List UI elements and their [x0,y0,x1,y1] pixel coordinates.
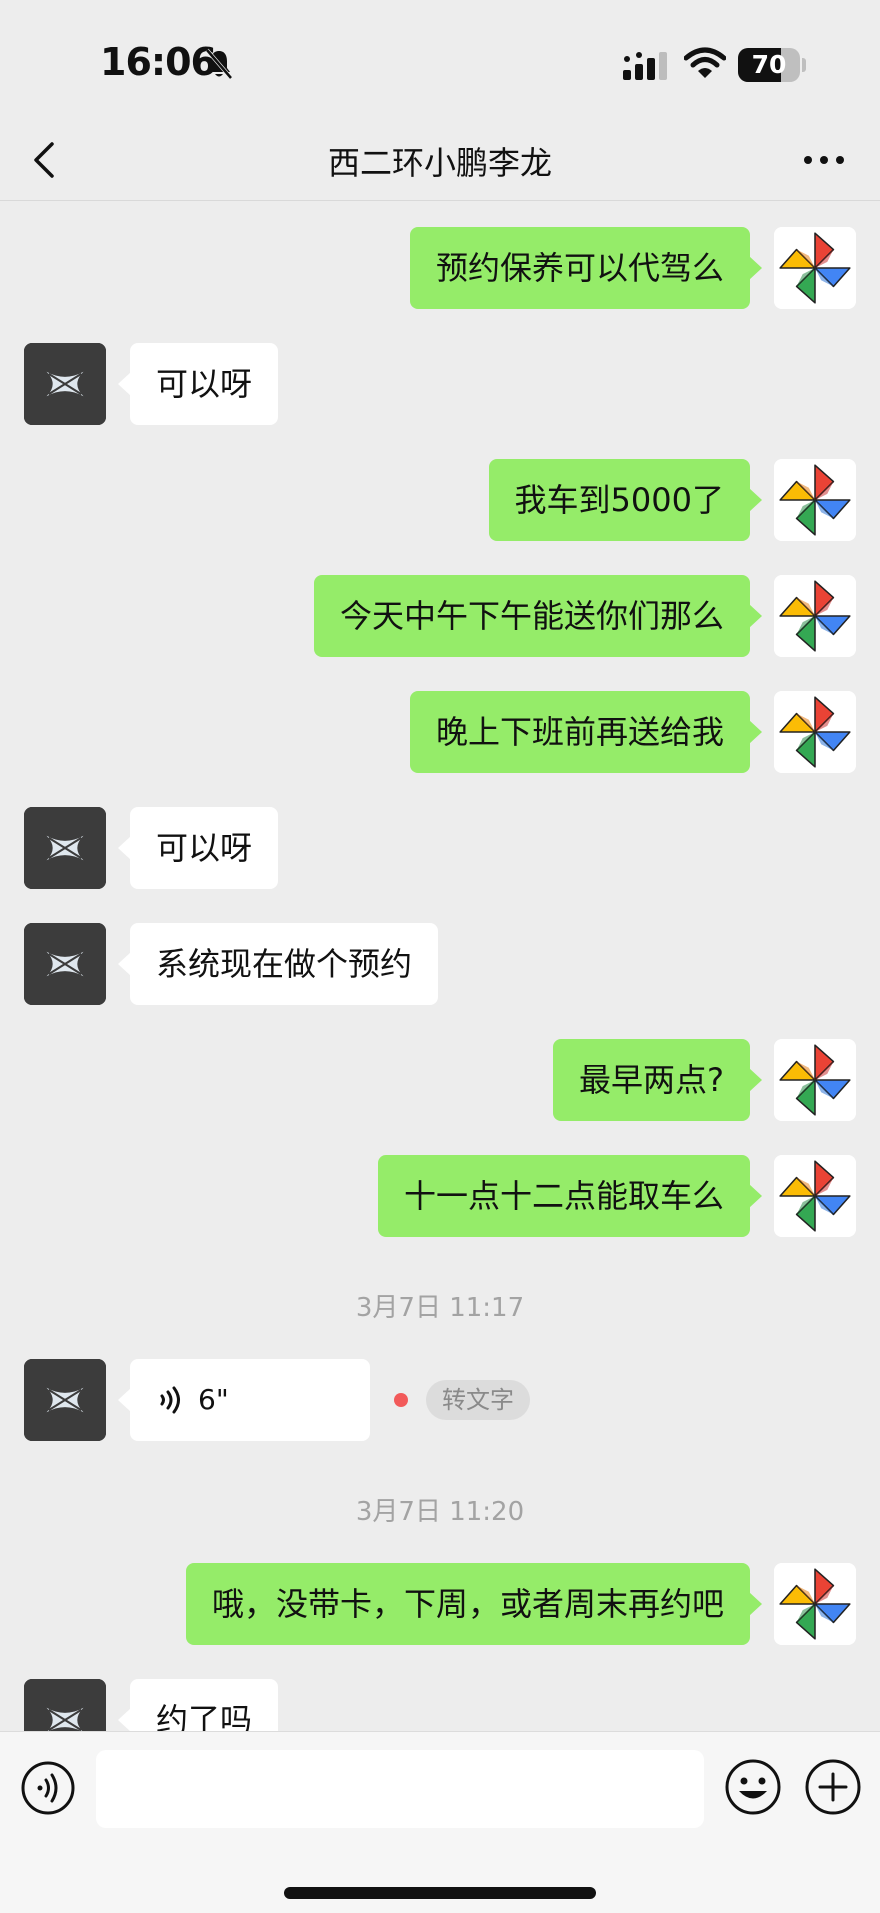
own-avatar-pinwheel-icon[interactable] [774,459,856,541]
message-row-received: 系统现在做个预约 [0,923,880,1005]
input-bar [0,1731,880,1913]
unread-voice-dot [394,1393,408,1407]
battery-percent: 70 [751,50,787,79]
home-indicator [284,1887,596,1899]
message-bubble-received[interactable]: 可以呀 [117,807,279,889]
emoji-icon[interactable] [724,1758,782,1816]
battery-cap [802,58,806,72]
message-bubble-received[interactable]: 约了吗 [117,1679,279,1731]
message-bubble-sent[interactable]: 晚上下班前再送给我 [409,691,763,773]
message-bubble-received[interactable]: 可以呀 [117,343,279,425]
contact-avatar-xpeng-logo-icon[interactable] [24,1679,106,1731]
own-avatar-pinwheel-icon[interactable] [774,1039,856,1121]
plus-circle-icon[interactable] [804,1758,862,1816]
message-bubble-sent[interactable]: 十一点十二点能取车么 [377,1155,763,1237]
voice-message-bubble[interactable]: 6" [118,1359,370,1441]
message-input[interactable] [96,1750,704,1828]
message-row-sent: 十一点十二点能取车么 [0,1155,880,1237]
message-list[interactable]: 预约保养可以代驾么 可以呀 我车到5000了 今天中午下午能送你们那么 晚上下班… [0,201,880,1731]
own-avatar-pinwheel-icon[interactable] [774,691,856,773]
more-options-icon[interactable] [800,146,848,174]
bell-muted-icon [205,48,233,80]
message-bubble-sent[interactable]: 今天中午下午能送你们那么 [313,575,763,657]
message-row-received: 可以呀 [0,807,880,889]
voice-message-row: 6" 转文字 [0,1359,880,1441]
message-bubble-sent[interactable]: 最早两点? [553,1039,762,1121]
status-bar: 16:06 70 [0,0,880,120]
chat-timestamp: 3月7日 11:20 [355,1497,525,1527]
message-row-sent: 晚上下班前再送给我 [0,691,880,773]
contact-avatar-xpeng-logo-icon[interactable] [24,923,106,1005]
own-avatar-pinwheel-icon[interactable] [774,227,856,309]
convert-to-text-button[interactable]: 转文字 [426,1380,530,1420]
contact-avatar-xpeng-logo-icon[interactable] [24,343,106,425]
wifi-icon [684,47,726,78]
battery-indicator: 70 [738,48,800,82]
message-row-sent: 今天中午下午能送你们那么 [0,575,880,657]
message-row-sent: 最早两点? [0,1039,880,1121]
status-time: 16:06 [100,40,217,84]
contact-avatar-xpeng-logo-icon[interactable] [24,1359,106,1441]
message-bubble-sent[interactable]: 哦，没带卡，下周，或者周末再约吧 [185,1563,763,1645]
contact-avatar-xpeng-logo-icon[interactable] [24,807,106,889]
message-row-sent: 我车到5000了 [0,459,880,541]
voice-duration: 6" [198,1383,229,1416]
chat-timestamp: 3月7日 11:17 [355,1293,525,1323]
own-avatar-pinwheel-icon[interactable] [774,575,856,657]
message-bubble-sent[interactable]: 我车到5000了 [488,459,763,541]
chat-title: 西二环小鹏李龙 [327,144,552,182]
cellular-signal-icon [623,52,667,80]
message-row-sent: 哦，没带卡，下周，或者周末再约吧 [0,1563,880,1645]
voice-wave-icon [160,1386,180,1414]
message-bubble-received[interactable]: 系统现在做个预约 [117,923,439,1005]
chat-header: 西二环小鹏李龙 [0,120,880,201]
message-row-received: 约了吗 [0,1679,880,1731]
message-row-received: 可以呀 [0,343,880,425]
message-row-sent: 预约保养可以代驾么 [0,227,880,309]
message-bubble-sent[interactable]: 预约保养可以代驾么 [409,227,763,309]
own-avatar-pinwheel-icon[interactable] [774,1155,856,1237]
voice-input-icon[interactable] [20,1760,76,1816]
own-avatar-pinwheel-icon[interactable] [774,1563,856,1645]
